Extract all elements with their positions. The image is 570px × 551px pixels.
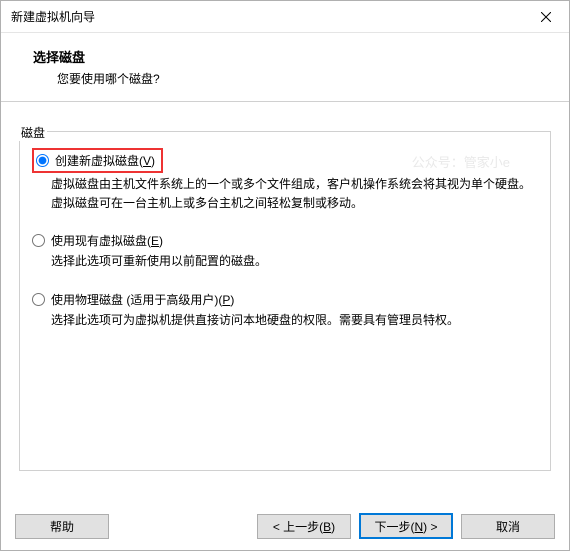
window-title: 新建虚拟机向导 (11, 8, 95, 25)
titlebar: 新建虚拟机向导 (1, 1, 569, 33)
page-title: 选择磁盘 (33, 47, 551, 66)
groupbox-label: 磁盘 (19, 124, 47, 141)
disk-option-row-2[interactable]: 使用物理磁盘 (适用于高级用户)(P) (32, 290, 538, 309)
disk-radio-1[interactable] (32, 234, 45, 247)
next-mnemonic: N (414, 520, 423, 534)
next-label-pre: 下一步( (374, 520, 414, 534)
disk-option-label-1: 使用现有虚拟磁盘(E) (51, 232, 163, 249)
disk-option-2: 使用物理磁盘 (适用于高级用户)(P) 选择此选项可为虚拟机提供直接访问本地硬盘的… (32, 290, 538, 330)
wizard-window: 新建虚拟机向导 选择磁盘 您要使用哪个磁盘? 磁盘 公众号：管家小e 创建新虚拟… (0, 0, 570, 551)
next-button[interactable]: 下一步(N) > (359, 513, 453, 539)
footer: 帮助 < 上一步(B) 下一步(N) > 取消 (1, 502, 569, 550)
disk-option-label-2: 使用物理磁盘 (适用于高级用户)(P) (51, 291, 234, 308)
back-label-pre: < 上一步( (273, 520, 323, 534)
cancel-button[interactable]: 取消 (461, 514, 555, 539)
wizard-header: 选择磁盘 您要使用哪个磁盘? (1, 33, 569, 102)
disk-option-label-0: 创建新虚拟磁盘(V) (55, 152, 155, 169)
help-button[interactable]: 帮助 (15, 514, 109, 539)
content-area: 磁盘 公众号：管家小e 创建新虚拟磁盘(V)虚拟磁盘由主机文件系统上的一个或多个… (1, 102, 569, 502)
disk-option-row-0[interactable]: 创建新虚拟磁盘(V) (32, 148, 163, 173)
disk-groupbox: 公众号：管家小e 创建新虚拟磁盘(V)虚拟磁盘由主机文件系统上的一个或多个文件组… (19, 131, 551, 471)
close-icon (541, 12, 551, 22)
back-button[interactable]: < 上一步(B) (257, 514, 351, 539)
disk-option-desc-1: 选择此选项可重新使用以前配置的磁盘。 (32, 252, 538, 271)
close-button[interactable] (523, 2, 569, 32)
next-label-post: ) > (423, 520, 437, 534)
disk-option-row-1[interactable]: 使用现有虚拟磁盘(E) (32, 231, 538, 250)
disk-radio-0[interactable] (36, 154, 49, 167)
disk-option-0: 创建新虚拟磁盘(V) 虚拟磁盘由主机文件系统上的一个或多个文件组成，客户机操作系统… (32, 148, 538, 213)
back-mnemonic: B (323, 520, 331, 534)
disk-radio-2[interactable] (32, 293, 45, 306)
page-subtitle: 您要使用哪个磁盘? (33, 70, 551, 87)
disk-option-desc-0: 虚拟磁盘由主机文件系统上的一个或多个文件组成，客户机操作系统会将其视为单个硬盘。… (32, 175, 538, 213)
disk-option-desc-2: 选择此选项可为虚拟机提供直接访问本地硬盘的权限。需要具有管理员特权。 (32, 311, 538, 330)
disk-option-1: 使用现有虚拟磁盘(E) 选择此选项可重新使用以前配置的磁盘。 (32, 231, 538, 271)
back-label-post: ) (331, 520, 335, 534)
